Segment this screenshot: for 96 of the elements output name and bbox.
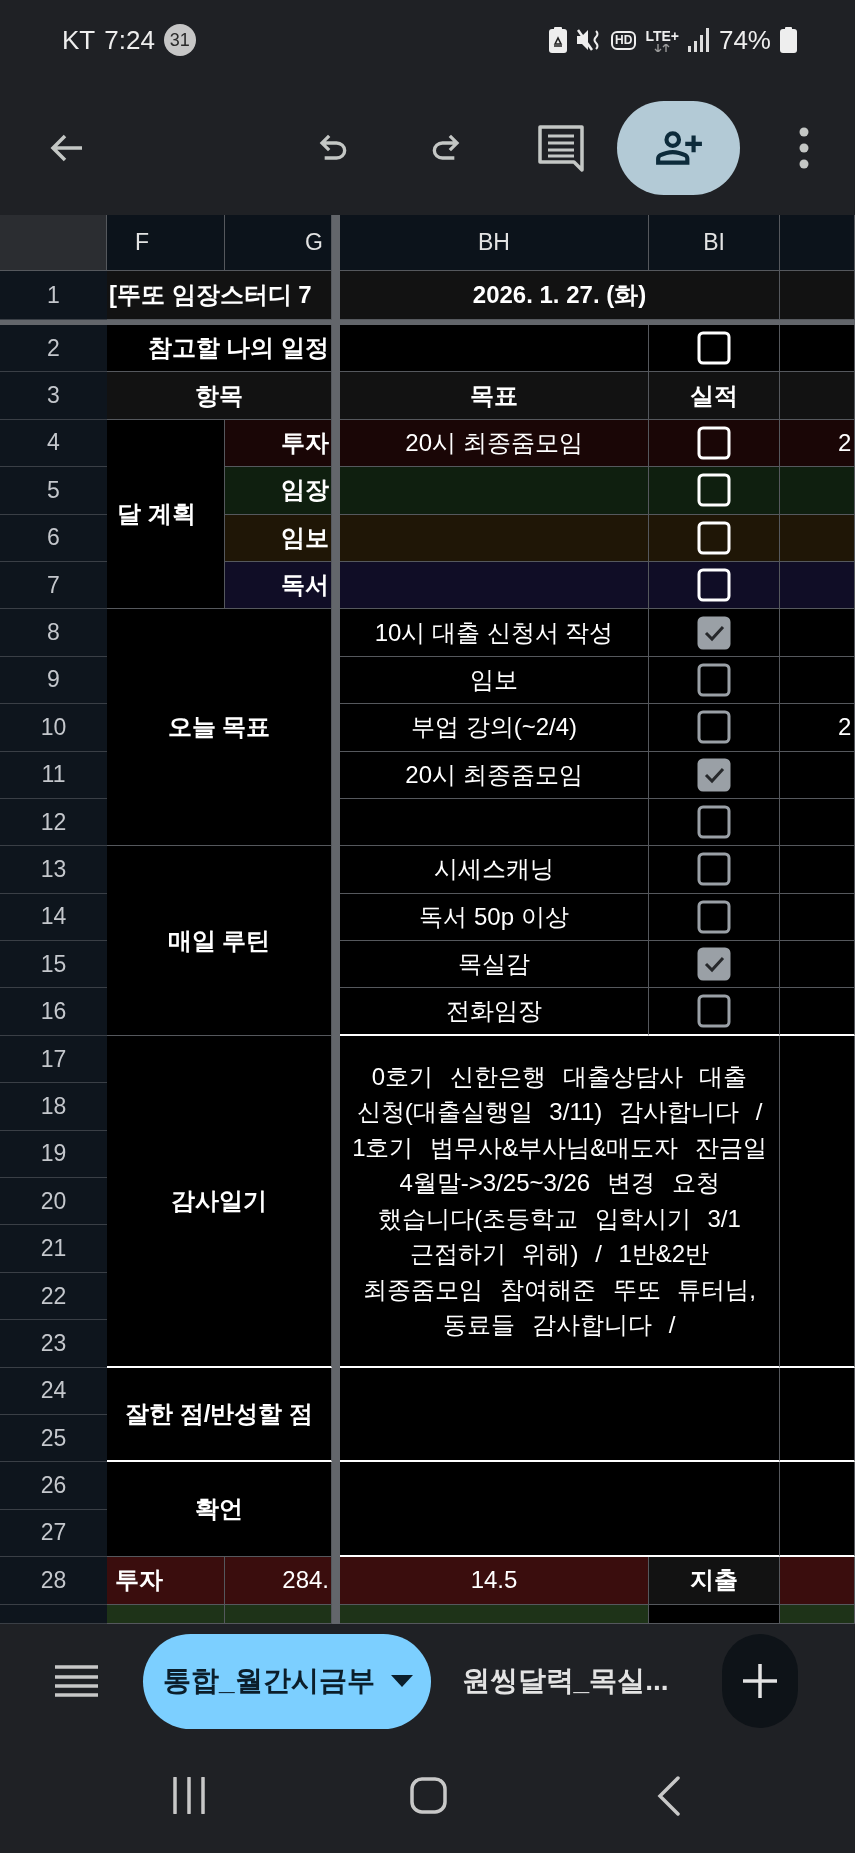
row-header[interactable]: 9 [0,656,107,705]
goal-cell: 전화임장 [340,988,649,1036]
row-header[interactable]: 16 [0,988,107,1036]
checkbox[interactable] [697,662,731,697]
value-cell: 284. [225,1557,332,1605]
comments-button[interactable] [537,123,585,172]
checkbox[interactable] [697,615,731,650]
row-header[interactable]: 11 [0,751,107,799]
label-cell: 잘한 점/반성할 점 [107,1367,332,1463]
checkbox[interactable] [697,710,731,745]
checkbox[interactable] [697,994,731,1029]
value-cell: 2 [780,419,855,468]
back-icon [657,1775,681,1816]
hd-voice-indicator: HD [611,30,637,50]
row-header[interactable]: 22 [0,1272,107,1321]
row-header[interactable]: 27 [0,1509,107,1558]
data-arrows-icon [654,43,671,52]
category-cell: 임장 [225,467,332,515]
corner-cell[interactable] [0,215,107,271]
value-cell: 2 [780,704,855,752]
row-header[interactable]: 13 [0,846,107,894]
row-header[interactable]: 3 [0,372,107,420]
label-cell: 확언 [107,1462,332,1558]
label-cell: 참고할 나의 일정 [107,325,332,373]
row-header[interactable]: 10 [0,704,107,752]
goal-cell: 부업 강의(~2/4) [340,704,649,752]
battery-recycle-icon [549,27,568,53]
row-header[interactable]: 20 [0,1178,107,1226]
row-header[interactable]: 12 [0,798,107,847]
goal-cell: 20시 최종줌모임 [340,419,649,468]
recent-apps-icon [172,1777,206,1814]
column-header[interactable]: BH [340,215,649,271]
goal-cell: 시세스캐닝 [340,846,649,894]
row-header[interactable]: 5 [0,467,107,515]
network-type: LTE+ [645,28,679,43]
comment-icon [537,123,585,172]
carrier-label: KT [62,24,96,56]
label-cell: 지출 [649,1557,780,1605]
checkbox[interactable] [697,805,731,840]
row-header[interactable]: 26 [0,1462,107,1510]
row-header[interactable]: 17 [0,1035,107,1084]
goal-cell: 목실감 [340,941,649,989]
notification-badge: 31 [163,24,196,56]
row-header[interactable]: 23 [0,1320,107,1368]
row-header[interactable]: 2 [0,325,107,373]
row-header[interactable]: 24 [0,1367,107,1415]
row-header[interactable]: 19 [0,1130,107,1179]
row-header[interactable]: 4 [0,419,107,468]
row-header[interactable]: 7 [0,561,107,610]
header-cell: 목표 [340,372,649,420]
column-header[interactable]: BI [649,215,780,271]
caret-icon [390,1675,413,1687]
category-cell: 임보 [225,514,332,562]
header-cell: 항목 [107,372,332,420]
row-header[interactable]: 21 [0,1225,107,1273]
row-header[interactable]: 28 [0,1557,107,1605]
row-header[interactable]: 14 [0,893,107,942]
row-header[interactable]: 1 [0,271,107,320]
goal-cell: 임보 [340,656,649,705]
checkbox[interactable] [697,899,731,934]
signal-icon [687,28,710,52]
value-cell: 14.5 [340,1557,649,1605]
row-header[interactable]: 8 [0,609,107,657]
plus-icon [742,1664,777,1698]
category-cell: 투자 [225,419,332,468]
label-cell: 감사일기 [107,1035,332,1368]
sheet-tab[interactable]: 통합_월간시금부 [143,1633,431,1729]
label-cell: 오늘 목표 [107,609,332,847]
battery-percent: 74% [718,24,771,56]
row-header[interactable]: 25 [0,1415,107,1463]
checkbox[interactable] [697,757,731,792]
goal-cell: 10시 대출 신청서 작성 [340,609,649,657]
goal-cell: 독서 50p 이상 [340,893,649,942]
category-cell: 독서 [225,561,332,610]
home-icon [410,1777,447,1814]
battery-icon [780,27,797,53]
label-cell: 달 계획 [107,419,225,610]
menu-icon [55,1665,98,1697]
more-vert-icon [799,126,809,169]
checkbox[interactable] [697,852,731,887]
checkbox[interactable] [697,947,731,982]
date-cell: 2026. 1. 27. (화) [340,271,780,320]
column-header[interactable]: G [225,215,332,271]
header-cell: 실적 [649,372,780,420]
title-cell: [뚜또 임장스터디 7 [107,271,332,320]
column-header[interactable]: F [107,215,225,271]
note-text: 0호기 신한은행 대출상담사 대출 신청(대출실행일 3/11) 감사합니다 / 1호기 법무사&부사님&매도자 잔금일 4월말->3/25~3/26 변경 요청 했습니다(초등학교 입학시기 3/1 근접하기 위해) / 1반&2반 최종줌모임 참여해준 뚜또 튜터님, 동료들 감사합니다 / [340,1035,780,1368]
label-cell: 매일 루틴 [107,846,332,1036]
row-header[interactable]: 15 [0,941,107,989]
column-header[interactable] [780,215,855,271]
row-header[interactable]: 6 [0,514,107,562]
goal-cell: 20시 최종줌모임 [340,751,649,799]
label-cell: 투자 [107,1557,225,1605]
row-header[interactable]: 18 [0,1083,107,1131]
sheet-tab[interactable]: 원씽달력_목실... [461,1633,669,1729]
clock-time: 7:24 [104,24,155,56]
